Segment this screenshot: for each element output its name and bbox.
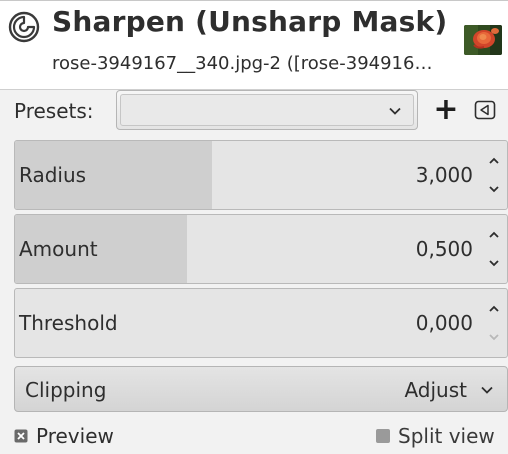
threshold-increment-chevron-up-icon[interactable] [483,299,505,319]
presets-combobox-field[interactable] [120,94,414,126]
radius-value[interactable]: 3,000 [416,163,473,187]
split-view-checkbox[interactable]: Split view [376,423,495,449]
dialog-header: Sharpen (Unsharp Mask) rose-3949167__340… [0,1,508,90]
clipping-label: Clipping [25,378,107,402]
checkbox-checked-icon[interactable] [14,429,28,443]
preview-checkbox[interactable]: Preview [14,423,114,449]
threshold-value[interactable]: 0,000 [416,311,473,335]
presets-combobox[interactable] [116,90,418,130]
radius-spinscale[interactable]: Radius 3,000 [14,140,508,210]
clipping-value[interactable]: Adjust [404,378,467,402]
radius-decrement-chevron-down-icon[interactable] [483,179,505,199]
threshold-label: Threshold [19,311,118,335]
radius-label: Radius [19,163,87,187]
amount-label: Amount [19,237,98,261]
amount-value[interactable]: 0,500 [416,237,473,261]
presets-row: Presets: + [0,90,508,132]
presets-label: Presets: [14,99,94,123]
chevron-down-icon [389,107,401,115]
amount-decrement-chevron-down-icon[interactable] [483,253,505,273]
image-subtitle: rose-3949167__340.jpg-2 ([rose-394916… [52,53,433,74]
rose-thumbnail-image [464,25,502,55]
presets-menu-icon[interactable] [474,100,496,120]
amount-increment-chevron-up-icon[interactable] [483,225,505,245]
checkbox-unchecked-icon[interactable] [376,429,390,443]
preview-label[interactable]: Preview [36,424,114,448]
amount-spinscale[interactable]: Amount 0,500 [14,214,508,284]
radius-increment-chevron-up-icon[interactable] [483,151,505,171]
sharpen-dialog: Sharpen (Unsharp Mask) rose-3949167__340… [0,0,508,454]
add-preset-button[interactable]: + [432,94,460,126]
chevron-down-icon [481,386,493,394]
threshold-spinscale[interactable]: Threshold 0,000 [14,288,508,358]
gimp-swirl-icon [8,11,40,43]
clipping-combobox[interactable]: Clipping Adjust [14,366,508,412]
threshold-decrement-chevron-down-icon[interactable] [483,327,505,347]
image-thumbnail [464,25,502,55]
split-view-label[interactable]: Split view [398,424,495,448]
dialog-title: Sharpen (Unsharp Mask) [52,5,448,38]
